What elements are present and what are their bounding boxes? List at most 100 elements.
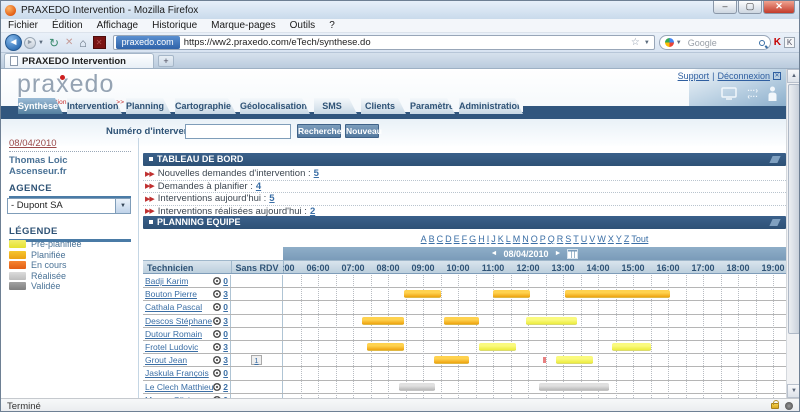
alphabet-link-p[interactable]: P	[540, 234, 546, 244]
stop-icon[interactable]: ✕	[65, 37, 73, 48]
tab-synth-se[interactable]: Synthèse	[18, 98, 63, 114]
next-day-arrow[interactable]: ►	[555, 250, 562, 257]
browser-tab[interactable]: PRAXEDO Intervention	[4, 53, 154, 68]
scrollbar-thumb[interactable]	[788, 84, 800, 334]
intervention-count-link[interactable]: 0	[223, 329, 228, 339]
intervention-count-link[interactable]: 0	[223, 302, 228, 312]
agenda-clock-icon[interactable]	[213, 330, 221, 338]
dashboard-item-count-link[interactable]: 5	[269, 193, 274, 204]
support-link[interactable]: Support	[678, 71, 710, 81]
alphabet-link-v[interactable]: V	[589, 234, 595, 244]
technician-link[interactable]: Dutour Romain	[145, 329, 202, 339]
refresh-icon[interactable]: ↻	[49, 36, 59, 50]
nouveau-button[interactable]: Nouveau	[345, 124, 379, 138]
close-panel-icon[interactable]: ✕	[773, 72, 781, 80]
tab-g-olocalisation[interactable]: Géolocalisation	[240, 98, 310, 114]
tab-cartographie[interactable]: Cartographie	[175, 98, 236, 114]
alphabet-link-h[interactable]: H	[478, 234, 485, 244]
menu-affichage[interactable]: Affichage	[90, 20, 146, 31]
alphabet-link-b[interactable]: B	[429, 234, 435, 244]
gantt-bar[interactable]	[565, 290, 670, 298]
sans-rdv-badge[interactable]: 1	[251, 355, 262, 365]
tab-clients[interactable]: Clients	[361, 98, 406, 114]
gantt-bar[interactable]	[367, 343, 404, 351]
gantt-bar[interactable]	[556, 356, 593, 364]
back-button[interactable]: ◄	[5, 34, 22, 51]
alphabet-link-u[interactable]: U	[581, 234, 588, 244]
gantt-bar[interactable]	[612, 343, 651, 351]
agenda-clock-icon[interactable]	[213, 383, 221, 391]
intervention-count-link[interactable]: 0	[223, 368, 228, 378]
select-dropdown-icon[interactable]: ▼	[115, 199, 130, 213]
alphabet-link-z[interactable]: Z	[624, 234, 630, 244]
alphabet-link-w[interactable]: W	[597, 234, 606, 244]
agenda-clock-icon[interactable]	[213, 343, 221, 351]
menu-outils[interactable]: Outils	[283, 20, 323, 31]
alphabet-link-e[interactable]: E	[454, 234, 460, 244]
intervention-count-link[interactable]: 3	[223, 289, 228, 299]
dashboard-item-count-link[interactable]: 5	[314, 168, 319, 179]
alphabet-link-f[interactable]: F	[462, 234, 468, 244]
alphabet-link-q[interactable]: Q	[548, 234, 555, 244]
agenda-clock-icon[interactable]	[213, 277, 221, 285]
addon-status-icon[interactable]	[785, 402, 793, 410]
alphabet-link-j[interactable]: J	[491, 234, 496, 244]
alphabet-link-c[interactable]: C	[437, 234, 444, 244]
gantt-bar[interactable]	[479, 343, 516, 351]
menu-fichier[interactable]: Fichier	[1, 20, 45, 31]
gantt-marker[interactable]	[543, 357, 546, 363]
alphabet-link-x[interactable]: X	[608, 234, 614, 244]
technician-link[interactable]: Badji Karim	[145, 276, 188, 286]
alphabet-link-m[interactable]: M	[513, 234, 521, 244]
url-bar[interactable]: praxedo.com https://ww2.praxedo.com/eTec…	[113, 35, 655, 50]
alphabet-link-y[interactable]: Y	[616, 234, 622, 244]
agency-select[interactable]: - Dupont SA ▼	[7, 198, 131, 214]
technician-link[interactable]: Grout Jean	[145, 355, 187, 365]
google-icon[interactable]	[665, 38, 674, 47]
menu--dition[interactable]: Édition	[45, 20, 90, 31]
minimize-button[interactable]: –	[713, 1, 737, 14]
intervention-count-link[interactable]: 3	[223, 342, 228, 352]
menu-marque-pages[interactable]: Marque-pages	[204, 20, 282, 31]
intervention-count-link[interactable]: 3	[223, 316, 228, 326]
technician-link[interactable]: Descos Stéphane	[145, 316, 212, 326]
rechercher-button[interactable]: Rechercher	[297, 124, 341, 138]
tab-interventions[interactable]: Interventions	[67, 98, 122, 114]
vertical-scrollbar[interactable]: ▲ ▼	[786, 69, 800, 398]
intervention-count-link[interactable]: 3	[223, 355, 228, 365]
scroll-down-button[interactable]: ▼	[787, 384, 800, 398]
maximize-button[interactable]: ▢	[738, 1, 762, 14]
gantt-bar[interactable]	[434, 356, 469, 364]
alphabet-link-g[interactable]: G	[469, 234, 476, 244]
prev-day-arrow[interactable]: ◄	[491, 250, 498, 257]
alphabet-link-o[interactable]: O	[531, 234, 538, 244]
site-identity-badge[interactable]: praxedo.com	[116, 36, 180, 49]
technician-link[interactable]: Le Clech Matthieu	[145, 382, 213, 392]
history-dropdown-icon[interactable]: ▼	[36, 40, 46, 46]
home-icon[interactable]: ⌂	[79, 36, 86, 50]
web-search-box[interactable]: ▼ Google	[659, 35, 771, 50]
agenda-clock-icon[interactable]	[213, 369, 221, 377]
gantt-bar[interactable]	[526, 317, 577, 325]
url-text[interactable]: https://ww2.praxedo.com/eTech/synthese.d…	[184, 37, 629, 48]
intervention-count-link[interactable]: 0	[223, 276, 228, 286]
url-dropdown-icon[interactable]: ▼	[642, 40, 652, 46]
gantt-bar[interactable]	[444, 317, 479, 325]
agenda-clock-icon[interactable]	[213, 290, 221, 298]
gantt-bar[interactable]	[399, 383, 436, 391]
tab-administration[interactable]: Administration	[459, 98, 523, 114]
agenda-clock-icon[interactable]	[213, 317, 221, 325]
alphabet-link-n[interactable]: N	[522, 234, 529, 244]
agenda-clock-icon[interactable]	[213, 356, 221, 364]
scroll-up-button[interactable]: ▲	[787, 69, 800, 83]
tab-sms[interactable]: SMS	[314, 98, 357, 114]
alphabet-link-a[interactable]: A	[421, 234, 427, 244]
logout-link[interactable]: Déconnexion	[717, 71, 770, 81]
gantt-bar[interactable]	[493, 290, 530, 298]
alphabet-link-tout[interactable]: Tout	[631, 234, 648, 244]
alphabet-link-d[interactable]: D	[445, 234, 452, 244]
search-engine-dropdown-icon[interactable]: ▼	[674, 40, 684, 46]
gantt-bar[interactable]	[539, 383, 609, 391]
alphabet-link-t[interactable]: T	[573, 234, 579, 244]
alphabet-link-k[interactable]: K	[498, 234, 504, 244]
